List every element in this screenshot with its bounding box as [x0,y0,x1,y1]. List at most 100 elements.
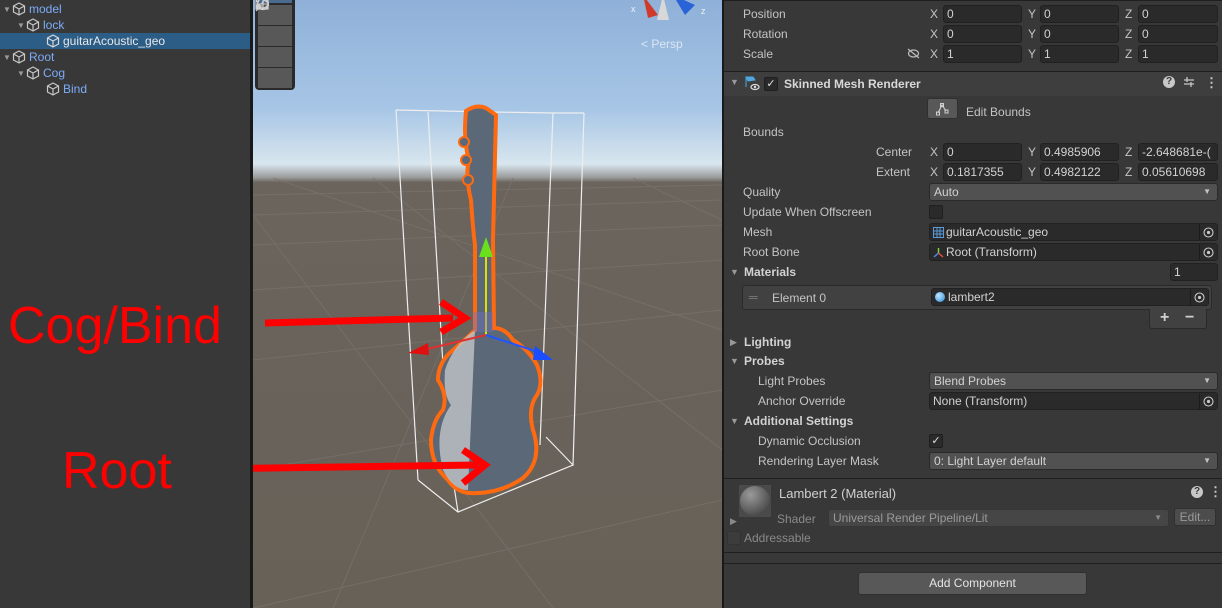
remove-element-button[interactable]: − [1185,309,1194,327]
dynamic-occlusion-checkbox[interactable]: ✓ [929,434,943,448]
expand-arrow-icon[interactable]: ▶ [730,337,737,348]
rendering-layer-mask-dropdown[interactable]: 0: Light Layer default ▼ [929,452,1218,470]
center-x-field[interactable]: 0 [943,143,1022,161]
rotation-y-field[interactable]: 0 [1040,25,1119,43]
bounds-label: Bounds [743,125,784,139]
center-z-field[interactable]: -2.648681e-( [1138,143,1218,161]
rendering-layer-mask-row: Rendering Layer Mask 0: Light Layer defa… [724,451,1222,471]
dynamic-occlusion-label: Dynamic Occlusion [758,434,861,448]
element-0-value: lambert2 [948,290,995,304]
rotation-x-field[interactable]: 0 [943,25,1022,43]
more-options-icon[interactable]: ⋮ [1209,484,1222,500]
drag-handle-icon[interactable]: ═ [749,290,758,304]
hierarchy-item-guitaracoustic-geo[interactable]: guitarAcoustic_geo [0,33,250,49]
more-options-icon[interactable]: ⋮ [1205,75,1218,91]
scale-tool-button[interactable] [255,0,292,46]
divider [724,0,1222,1]
hierarchy-item-bind[interactable]: Bind [0,81,250,97]
quality-dropdown[interactable]: Auto ▼ [929,183,1218,201]
gizmo-z-arrow[interactable] [533,346,553,360]
axis-z-label: Z [1125,7,1133,21]
hierarchy-item-cog[interactable]: ▼ Cog [0,65,250,81]
expand-arrow-icon[interactable]: ▼ [730,267,739,277]
shader-dropdown[interactable]: Universal Render Pipeline/Lit ▼ [828,509,1169,527]
gameobject-cube-icon [12,50,26,64]
gizmo-plane-handle[interactable] [473,312,493,332]
axis-x-label: X [930,7,939,21]
transform-axes-icon [933,247,944,258]
component-enabled-checkbox[interactable]: ✓ [764,77,778,91]
skinned-mesh-renderer-header[interactable]: ▼ ✓ Skinned Mesh Renderer ? ⋮ [724,72,1222,96]
additional-settings-label: Additional Settings [744,414,854,428]
material-sphere-icon [740,486,770,516]
element-0-field[interactable]: lambert2 [931,288,1209,306]
probes-foldout[interactable]: ▼ Probes [724,351,1222,371]
extent-x-field[interactable]: 0.1817355 [943,163,1022,181]
transform-tool-button[interactable] [255,0,292,88]
lighting-foldout[interactable]: ▶ Lighting [724,332,1222,352]
scale-x-field[interactable]: 1 [943,45,1022,63]
position-z-field[interactable]: 0 [1138,5,1218,23]
help-icon[interactable]: ? [1163,76,1175,88]
center-y-field[interactable]: 0.4985906 [1040,143,1119,161]
hierarchy-item-root[interactable]: ▼ Root [0,49,250,65]
scale-y-field[interactable]: 1 [1040,45,1119,63]
scene-viewport[interactable]: x z < Persp [253,0,722,608]
collapse-arrow-icon[interactable]: ▼ [730,416,739,426]
component-title: Skinned Mesh Renderer [784,77,921,91]
extent-z-field[interactable]: 0.05610698 [1138,163,1218,181]
expand-arrow-icon[interactable]: ▼ [2,5,12,14]
rotation-z-field[interactable]: 0 [1138,25,1218,43]
position-y-field[interactable]: 0 [1040,5,1119,23]
expand-arrow-icon[interactable]: ▼ [16,69,26,78]
object-picker-icon[interactable] [1199,393,1217,409]
probes-label: Probes [744,354,785,368]
constrain-proportions-icon[interactable] [907,48,920,59]
position-x-field[interactable]: 0 [943,5,1022,23]
rect-tool-button[interactable] [255,0,292,67]
update-offscreen-checkbox[interactable] [929,205,943,219]
object-picker-icon[interactable] [1199,244,1217,260]
help-icon[interactable]: ? [1191,486,1203,498]
inspector-panel: Position X 0 Y 0 Z 0 Rotation X 0 Y 0 Z … [724,0,1222,608]
collapse-arrow-icon[interactable]: ▼ [730,77,739,87]
transform-icon [255,0,270,12]
materials-count-field[interactable]: 1 [1170,263,1218,281]
hierarchy-item-lock[interactable]: ▼ lock [0,17,250,33]
root-bone-field[interactable]: Root (Transform) [929,243,1218,261]
collapse-arrow-icon[interactable]: ▼ [730,356,739,366]
materials-row[interactable]: ▼ Materials 1 [724,262,1222,282]
gizmo-x-label: x [631,4,636,14]
add-element-button[interactable]: + [1160,309,1169,327]
orientation-gizmo[interactable] [643,0,695,20]
add-component-button[interactable]: Add Component [858,572,1087,595]
perspective-icon: < [641,37,649,51]
addressable-checkbox[interactable] [727,531,741,545]
mesh-label: Mesh [743,225,773,239]
chevron-down-icon: ▼ [1203,187,1211,196]
expand-arrow-icon[interactable]: ▼ [2,53,12,62]
object-picker-icon[interactable] [1199,224,1217,240]
additional-settings-foldout[interactable]: ▼ Additional Settings [724,411,1222,431]
hierarchy-item-model[interactable]: ▼ model [0,1,250,17]
extent-y-field[interactable]: 0.4982122 [1040,163,1119,181]
mesh-field[interactable]: guitarAcoustic_geo [929,223,1218,241]
lighting-label: Lighting [744,335,792,349]
expand-arrow-icon[interactable]: ▼ [16,21,26,30]
projection-toggle[interactable]: < Persp [641,37,683,51]
presets-icon[interactable] [1183,76,1195,88]
scale-z-field[interactable]: 1 [1138,45,1218,63]
update-offscreen-row: Update When Offscreen [724,202,1222,222]
edit-shader-button[interactable]: Edit... [1174,508,1216,526]
light-probes-value: Blend Probes [934,374,1007,388]
edit-bounds-button[interactable] [927,98,958,119]
axis-x-label: X [930,47,939,61]
anchor-override-field[interactable]: None (Transform) [929,392,1218,410]
expand-arrow-icon[interactable]: ▶ [730,516,737,527]
gizmo-x-arrow[interactable] [408,343,429,355]
light-probes-dropdown[interactable]: Blend Probes ▼ [929,372,1218,390]
light-probes-label: Light Probes [758,374,826,388]
gameobject-cube-icon [12,2,26,16]
annotation-root: Root [62,442,172,500]
object-picker-icon[interactable] [1190,289,1208,305]
